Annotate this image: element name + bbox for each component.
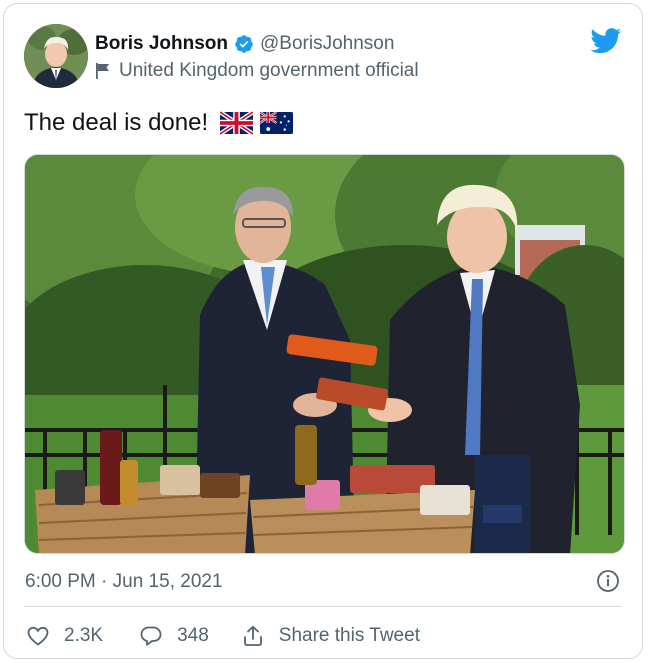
share-tweet-button[interactable]: Share this Tweet — [241, 624, 420, 648]
tweet-photo[interactable] — [24, 154, 625, 554]
tweet-text: The deal is done! — [24, 109, 294, 137]
verified-badge-icon — [234, 34, 254, 54]
reply-count: 348 — [177, 625, 209, 646]
like-button[interactable]: 2.3K — [26, 624, 103, 648]
author-name[interactable]: Boris Johnson — [95, 33, 228, 55]
affiliation-text: United Kingdom government official — [119, 60, 419, 81]
heart-icon — [27, 626, 49, 646]
australia-flag-emoji — [259, 111, 294, 135]
share-label: Share this Tweet — [278, 625, 420, 646]
author-row: Boris Johnson @BorisJohnson — [95, 33, 394, 55]
reply-bubble-icon — [140, 626, 162, 646]
uk-flag-emoji — [218, 110, 255, 136]
author-handle[interactable]: @BorisJohnson — [260, 33, 394, 55]
tweet-body: The deal is done! — [24, 109, 209, 136]
government-flag-icon — [95, 62, 111, 80]
tweet-actions: 2.3K 348 Share this Tweet — [26, 624, 420, 648]
divider — [24, 606, 622, 607]
share-icon — [243, 625, 262, 646]
tweet-timestamp[interactable]: 6:00 PM · Jun 15, 2021 — [25, 571, 223, 593]
tweet-card: Boris Johnson @BorisJohnson United Kingd… — [3, 3, 643, 659]
affiliation-label: United Kingdom government official — [95, 60, 419, 82]
avatar[interactable] — [24, 24, 88, 88]
twitter-bird-icon[interactable] — [590, 28, 622, 54]
info-icon[interactable] — [596, 569, 620, 593]
like-count: 2.3K — [64, 625, 104, 646]
reply-button[interactable]: 348 — [139, 624, 209, 648]
